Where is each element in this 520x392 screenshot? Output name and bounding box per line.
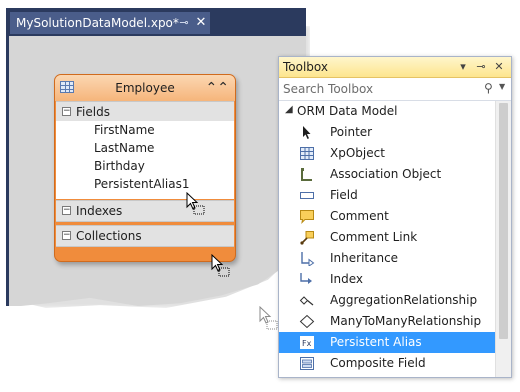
- field-row[interactable]: LastName: [94, 139, 154, 158]
- toolbox-item-many-to-many-relationship[interactable]: ManyToManyRelationship: [279, 311, 495, 332]
- inheritance-icon: [301, 252, 315, 266]
- toolbox-item-field[interactable]: Field: [279, 185, 495, 206]
- toolbox-item-label: Pointer: [330, 125, 373, 139]
- persistent-alias-icon: Fx: [300, 336, 314, 349]
- toolbox-item-persistent-alias[interactable]: Fx Persistent Alias: [279, 332, 495, 353]
- collections-toggle-icon[interactable]: −: [62, 231, 71, 240]
- toolbox-item-association-object[interactable]: Association Object: [279, 164, 495, 185]
- toolbox-item-xpobject[interactable]: XpObject: [279, 143, 495, 164]
- aggregation-icon: [299, 296, 314, 306]
- toolbox-list: ◢ ORM Data Model Pointer XpObject Associ…: [279, 101, 495, 377]
- toolbox-title: Toolbox: [283, 60, 328, 74]
- field-row[interactable]: PersistentAlias1: [94, 175, 189, 194]
- expand-arrow-icon[interactable]: ◢: [285, 104, 293, 115]
- comment-icon: [300, 210, 314, 224]
- toolbox-item-label: Inheritance: [330, 251, 399, 265]
- close-icon[interactable]: ✕: [194, 12, 208, 34]
- toolbox-item-label: XpObject: [330, 146, 385, 160]
- scrollbar-thumb[interactable]: [499, 103, 508, 339]
- chevron-down-icon[interactable]: ▼: [499, 82, 505, 91]
- pointer-icon: [303, 126, 311, 139]
- document-tab-title: MySolutionDataModel.xpo*: [16, 16, 179, 30]
- toolbox-search-box: ⚲ ▼: [279, 78, 511, 101]
- toolbox-item-label: Persistent Alias: [330, 335, 422, 349]
- toolbox-item-label: Field: [330, 188, 358, 202]
- dropdown-icon[interactable]: ▾: [456, 57, 470, 77]
- toolbox-item-label: Association Object: [330, 167, 442, 181]
- close-icon[interactable]: ✕: [492, 57, 506, 77]
- field-row[interactable]: Birthday: [94, 157, 145, 176]
- toolbox-item-inheritance[interactable]: Inheritance: [279, 248, 495, 269]
- toolbox-item-aggregation-relationship[interactable]: AggregationRelationship: [279, 290, 495, 311]
- toolbox-item-pointer[interactable]: Pointer: [279, 122, 495, 143]
- document-tab-bar: MySolutionDataModel.xpo* ⊸ ✕: [6, 8, 306, 36]
- collapse-icon[interactable]: ⌃⌃: [206, 77, 229, 99]
- search-icon[interactable]: ⚲: [484, 81, 493, 95]
- fields-section-label: Fields: [76, 105, 110, 119]
- drag-cursor-icon: [186, 192, 205, 215]
- toolbox-item-label: Comment: [330, 209, 389, 223]
- search-input[interactable]: [283, 80, 479, 97]
- toolbox-item-label: Comment Link: [330, 230, 418, 244]
- toolbox-item-label: Composite Field: [330, 356, 426, 370]
- index-icon: [300, 273, 312, 284]
- toolbox-item-label: ManyToManyRelationship: [330, 314, 482, 328]
- collections-section-header[interactable]: − Collections: [56, 225, 234, 247]
- indexes-toggle-icon[interactable]: −: [62, 206, 71, 215]
- toolbox-item-comment[interactable]: Comment: [279, 206, 495, 227]
- employee-class-shape[interactable]: Employee ⌃⌃ − Fields FirstName LastName …: [54, 74, 236, 262]
- toolbox-item-composite-field[interactable]: Composite Field: [279, 353, 495, 374]
- many-to-many-icon: [299, 314, 315, 329]
- collections-section-label: Collections: [76, 229, 142, 243]
- toolbox-group-orm-data-model[interactable]: ◢ ORM Data Model: [279, 101, 495, 121]
- toolbox-panel: Toolbox ▾ ⊸ ✕ ⚲ ▼ ◢ ORM Data Model Point…: [278, 56, 512, 378]
- composite-field-icon: [300, 357, 314, 370]
- fields-section-header[interactable]: − Fields: [56, 101, 234, 123]
- comment-link-icon: [300, 231, 314, 245]
- toolbox-item-label: Index: [330, 272, 364, 286]
- svg-text:Fx: Fx: [302, 339, 312, 348]
- fields-list: FirstName LastName Birthday PersistentAl…: [56, 121, 234, 199]
- toolbox-group-label: ORM Data Model: [297, 104, 398, 118]
- toolbox-scrollbar[interactable]: [495, 101, 511, 377]
- indexes-section-label: Indexes: [76, 204, 123, 218]
- field-row[interactable]: FirstName: [94, 121, 155, 140]
- pin-icon[interactable]: ⊸: [177, 12, 191, 34]
- toolbox-item-label: AggregationRelationship: [330, 293, 478, 307]
- fields-toggle-icon[interactable]: −: [62, 107, 71, 116]
- toolbox-item-index[interactable]: Index: [279, 269, 495, 290]
- pin-icon[interactable]: ⊸: [474, 57, 488, 77]
- xpobject-icon: [300, 147, 314, 160]
- association-object-icon: [301, 168, 312, 181]
- drag-cursor-icon: [211, 254, 230, 277]
- toolbox-title-bar[interactable]: Toolbox ▾ ⊸ ✕: [279, 57, 511, 78]
- document-tab[interactable]: MySolutionDataModel.xpo* ⊸ ✕: [10, 12, 210, 34]
- field-icon: [300, 192, 314, 199]
- toolbox-item-comment-link[interactable]: Comment Link: [279, 227, 495, 248]
- entity-header[interactable]: Employee ⌃⌃: [55, 75, 235, 101]
